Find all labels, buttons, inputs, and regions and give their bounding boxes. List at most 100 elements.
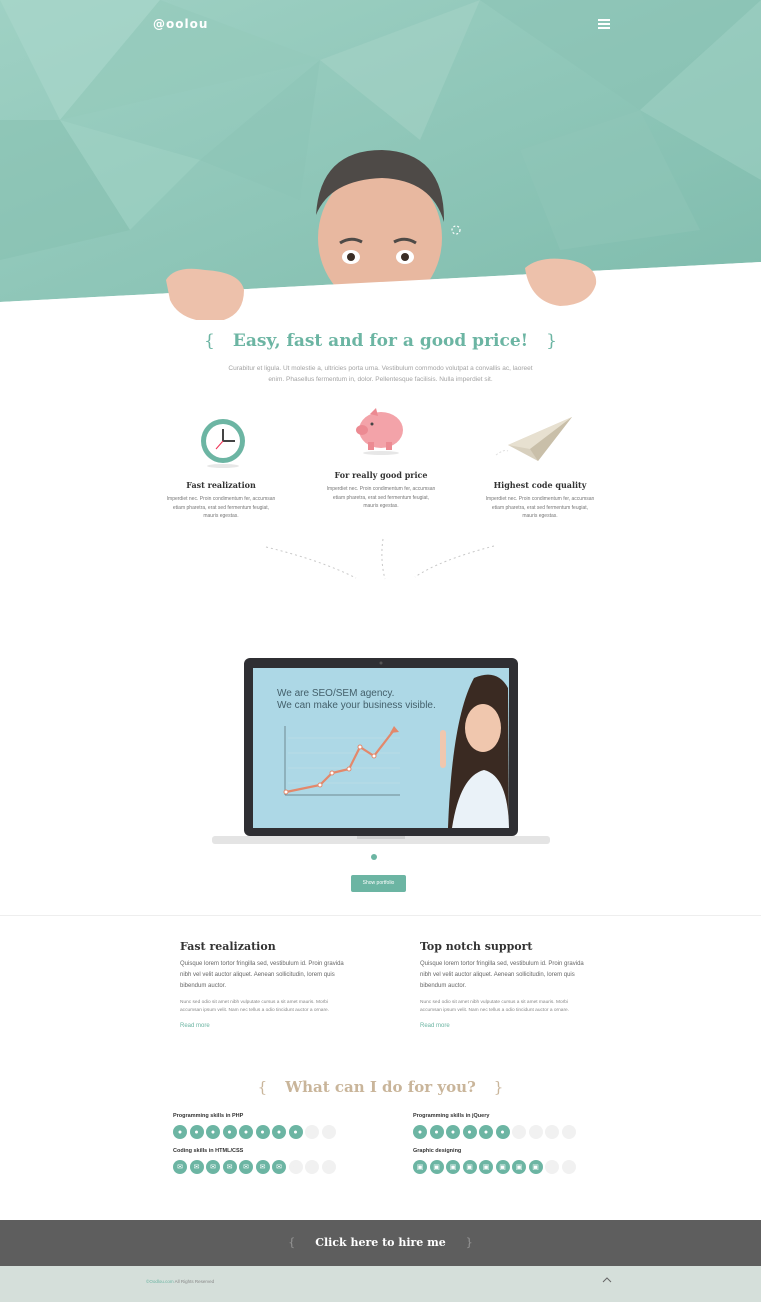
envelope-icon: ✉ bbox=[321, 1160, 336, 1174]
feature-text: Imperdiet nec. Proin condimentum fer, ac… bbox=[485, 496, 595, 519]
lightbulb-icon: ● bbox=[479, 1125, 493, 1139]
camera-icon: ▣ bbox=[413, 1160, 427, 1174]
skill-label: Coding skills in HTML/CSS bbox=[173, 1148, 244, 1154]
envelope-icon: ✉ bbox=[272, 1160, 286, 1174]
lightbulb-icon: ● bbox=[272, 1125, 286, 1139]
intro-heading: { Easy, fast and for a good price!} bbox=[0, 331, 761, 351]
column-title: Fast realization bbox=[180, 940, 276, 953]
envelope-icon: ✉ bbox=[189, 1160, 204, 1174]
hero-background bbox=[0, 0, 761, 320]
feature-title: Highest code quality bbox=[493, 480, 587, 490]
showcase-line-1: We are SEO/SEM agency. bbox=[277, 688, 395, 699]
column-title: Top notch support bbox=[420, 940, 533, 953]
lightbulb-icon: ● bbox=[462, 1125, 477, 1139]
footer: ©Oodlou.com All Rights Reserved bbox=[0, 1266, 761, 1302]
intro-title: Easy, fast and for a good price! bbox=[232, 331, 529, 351]
lightbulb-icon: ● bbox=[545, 1125, 559, 1139]
brace-open: { bbox=[288, 1236, 296, 1249]
lightbulb-icon: ● bbox=[173, 1125, 187, 1139]
lightbulb-icon: ● bbox=[239, 1125, 253, 1139]
showcase-text: We are SEO/SEM agency. We can make your … bbox=[277, 688, 436, 712]
skill-rating: ● ● ● ● ● ● ● ● ● ● bbox=[173, 1125, 353, 1139]
envelope-icon: ✉ bbox=[222, 1160, 237, 1174]
section-divider bbox=[0, 915, 761, 916]
piggy-bank-icon bbox=[356, 408, 403, 455]
paper-plane-icon bbox=[495, 417, 572, 461]
loading-spinner-icon bbox=[451, 225, 461, 235]
skill-html-css: Coding skills in HTML/CSS ✉ ✉ ✉ ✉ ✉ ✉ ✉ ✉ ✉ ✉ bbox=[173, 1148, 353, 1174]
brace-close: } bbox=[546, 331, 557, 351]
feature-text: Imperdiet nec. Proin condimentum fer, ac… bbox=[166, 496, 276, 519]
skill-php: Programming skills in PHP ● ● ● ● ● ● ● ● ● ● bbox=[173, 1113, 353, 1139]
column-text: Nunc sed odio sit amet nibh vulputate cu… bbox=[420, 1000, 570, 1013]
column-support: Top notch support Quisque lorem tortor f… bbox=[420, 940, 590, 1029]
lightbulb-icon: ● bbox=[189, 1125, 204, 1139]
feature-price: For really good price Imperdiet nec. Pro… bbox=[326, 470, 436, 511]
column-fast: Fast realization Quisque lorem tortor fr… bbox=[180, 940, 350, 1029]
intro-text: Curabitur et ligula. Ut molestie a, ultr… bbox=[228, 365, 533, 383]
feature-text: Imperdiet nec. Proin condimentum fer, ac… bbox=[326, 486, 436, 509]
column-lead: Quisque lorem tortor fringilla sed, vest… bbox=[180, 961, 344, 989]
lightbulb-icon: ● bbox=[495, 1125, 510, 1139]
hire-me-bar[interactable]: { Click here to hire me} bbox=[0, 1220, 761, 1266]
brace-close: } bbox=[465, 1236, 473, 1249]
skill-label: Programming skills in PHP bbox=[173, 1113, 244, 1119]
envelope-icon: ✉ bbox=[255, 1160, 270, 1174]
envelope-icon: ✉ bbox=[206, 1160, 220, 1174]
hamburger-menu-icon[interactable] bbox=[598, 19, 610, 29]
skill-label: Programming skills in jQuery bbox=[413, 1113, 490, 1119]
lightbulb-icon: ● bbox=[413, 1125, 427, 1139]
lightbulb-icon: ● bbox=[528, 1125, 543, 1139]
show-portfolio-button[interactable]: Show portfolio bbox=[351, 875, 406, 892]
hire-me-label: Click here to hire me bbox=[315, 1236, 446, 1249]
skill-rating: ✉ ✉ ✉ ✉ ✉ ✉ ✉ ✉ ✉ ✉ bbox=[173, 1160, 353, 1174]
brace-open: { bbox=[257, 1078, 268, 1096]
lightbulb-icon: ● bbox=[321, 1125, 336, 1139]
column-lead: Quisque lorem tortor fringilla sed, vest… bbox=[420, 961, 584, 989]
lightbulb-icon: ● bbox=[429, 1125, 444, 1139]
feature-quality: Highest code quality Imperdiet nec. Proi… bbox=[485, 480, 595, 521]
lightbulb-icon: ● bbox=[512, 1125, 526, 1139]
camera-icon: ▣ bbox=[528, 1160, 543, 1174]
envelope-icon: ✉ bbox=[239, 1160, 253, 1174]
lightbulb-icon: ● bbox=[288, 1125, 303, 1139]
camera-icon: ▣ bbox=[462, 1160, 477, 1174]
lightbulb-icon: ● bbox=[446, 1125, 460, 1139]
showcase-line-2: We can make your business visible. bbox=[277, 700, 436, 711]
lightbulb-icon: ● bbox=[255, 1125, 270, 1139]
hero-section: @oolou bbox=[0, 0, 761, 320]
brace-open: { bbox=[204, 331, 215, 351]
slider-dot[interactable] bbox=[371, 854, 377, 860]
footer-brand-link[interactable]: ©Oodlou.com bbox=[146, 1279, 174, 1284]
logo[interactable]: @oolou bbox=[153, 17, 208, 31]
clock-icon bbox=[201, 419, 245, 468]
skills-heading: {What can I do for you?} bbox=[0, 1078, 761, 1096]
envelope-icon: ✉ bbox=[173, 1160, 187, 1174]
camera-icon: ▣ bbox=[479, 1160, 493, 1174]
camera-icon: ▣ bbox=[446, 1160, 460, 1174]
read-more-link[interactable]: Read more bbox=[420, 1023, 590, 1029]
camera-icon: ▣ bbox=[495, 1160, 510, 1174]
skill-label: Graphic designing bbox=[413, 1148, 462, 1154]
laptop-mockup bbox=[212, 658, 550, 844]
feature-title: For really good price bbox=[334, 470, 428, 480]
read-more-link[interactable]: Read more bbox=[180, 1023, 350, 1029]
camera-icon: ▣ bbox=[429, 1160, 444, 1174]
dotted-connector-lines bbox=[265, 538, 495, 580]
skills-title: What can I do for you? bbox=[285, 1078, 476, 1096]
skill-rating: ● ● ● ● ● ● ● ● ● ● bbox=[413, 1125, 593, 1139]
envelope-icon: ✉ bbox=[305, 1160, 319, 1174]
column-text: Nunc sed odio sit amet nibh vulputate cu… bbox=[180, 1000, 330, 1013]
lightbulb-icon: ● bbox=[222, 1125, 237, 1139]
lightbulb-icon: ● bbox=[305, 1125, 319, 1139]
camera-icon: ▣ bbox=[561, 1160, 576, 1174]
lightbulb-icon: ● bbox=[206, 1125, 220, 1139]
camera-icon: ▣ bbox=[545, 1160, 559, 1174]
chevron-up-icon[interactable] bbox=[602, 1276, 612, 1284]
skill-graphic: Graphic designing ▣ ▣ ▣ ▣ ▣ ▣ ▣ ▣ ▣ ▣ bbox=[413, 1148, 593, 1174]
lightbulb-icon: ● bbox=[561, 1125, 576, 1139]
feature-fast: Fast realization Imperdiet nec. Proin co… bbox=[166, 480, 276, 521]
copyright: ©Oodlou.com All Rights Reserved bbox=[146, 1279, 214, 1284]
camera-icon: ▣ bbox=[512, 1160, 526, 1174]
envelope-icon: ✉ bbox=[288, 1160, 303, 1174]
